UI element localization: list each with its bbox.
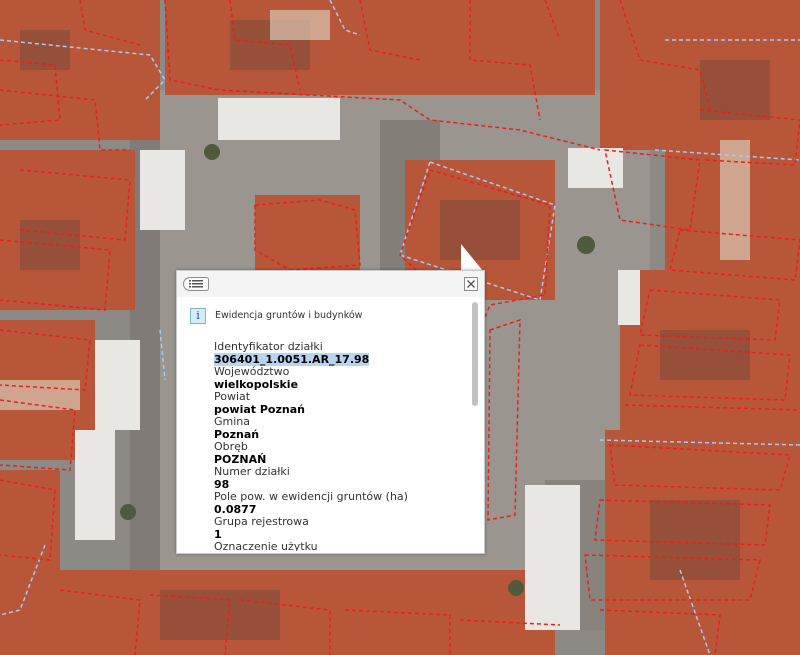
list-lines-icon [189, 280, 203, 288]
scrollbar-thumb[interactable] [472, 302, 478, 406]
attribute-value-text: 98 [214, 477, 230, 491]
identify-popup[interactable]: i Ewidencja gruntów i budynków Identyfik… [176, 270, 485, 554]
attribute-value-text: 1 [214, 527, 222, 541]
layer-header: i Ewidencja gruntów i budynków [190, 308, 450, 326]
attribute-value-text: 306401_1.0051.AR_17.98 [214, 352, 370, 366]
attribute-value-text: POZNAŃ [214, 452, 267, 466]
attribute-value: Poznań [214, 427, 464, 442]
attribute-value: wielkopolskie [214, 377, 464, 392]
attribute-value-text: 0.0877 [214, 502, 257, 516]
popup-scrollbar[interactable] [470, 299, 480, 551]
attribute-value-text: Poznań [214, 427, 260, 441]
list-icon[interactable] [183, 277, 209, 291]
popup-header [177, 271, 484, 297]
layer-title: Ewidencja gruntów i budynków [215, 310, 363, 321]
attribute-label: Grupa rejestrowa [214, 515, 309, 528]
popup-pointer [461, 244, 483, 271]
close-button[interactable] [464, 277, 478, 291]
close-icon [467, 280, 475, 288]
attribute-value-text: wielkopolskie [214, 377, 299, 391]
attribute-value: powiat Poznań [214, 402, 464, 417]
attribute-label: Numer działki [214, 465, 290, 478]
attribute-list: Identyfikator działki 306401_1.0051.AR_17… [214, 341, 464, 551]
attribute-label: Identyfikator działki [214, 341, 323, 353]
attribute-label: Oznaczenie użytku [214, 540, 318, 551]
info-icon: i [190, 308, 206, 324]
attribute-value-text: powiat Poznań [214, 402, 305, 416]
